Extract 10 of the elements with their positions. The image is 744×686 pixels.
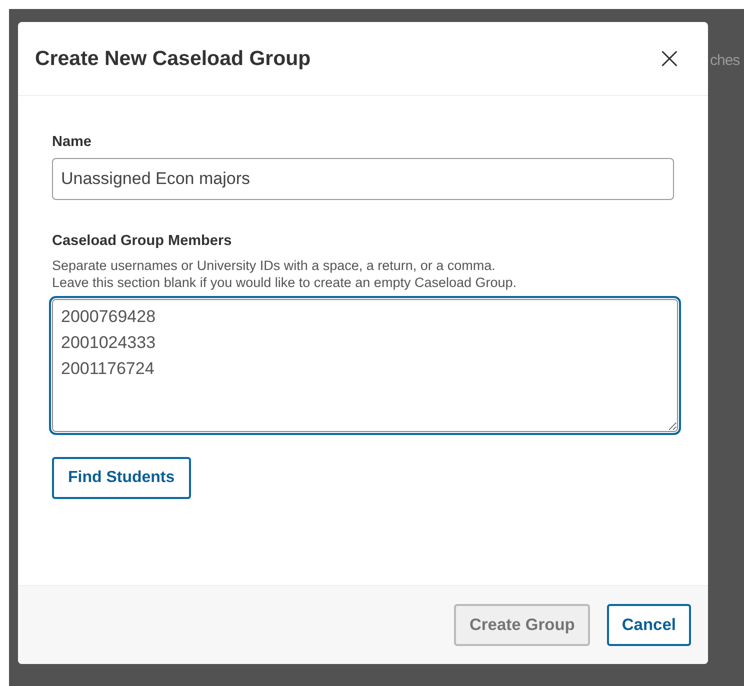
help-text: Separate usernames or University IDs with a space, a return, or a comma. Leave this section blank if you would like to create an empty Caseload Group.	[52, 257, 518, 291]
name-label: Name	[52, 134, 92, 150]
members-input-field[interactable]: 2000769428 2001024333 2001176724	[52, 299, 678, 432]
name-input-field[interactable]: Unassigned Econ majors	[52, 158, 674, 200]
members-label: Caseload Group Members	[52, 233, 233, 249]
cancel-button[interactable]: Cancel	[606, 604, 691, 646]
close-button[interactable]: ×	[652, 44, 686, 74]
dialog-title: Create New Caseload Group	[35, 46, 311, 70]
find-students-button[interactable]: Find Students	[52, 457, 191, 499]
background-text: ches	[710, 52, 740, 69]
